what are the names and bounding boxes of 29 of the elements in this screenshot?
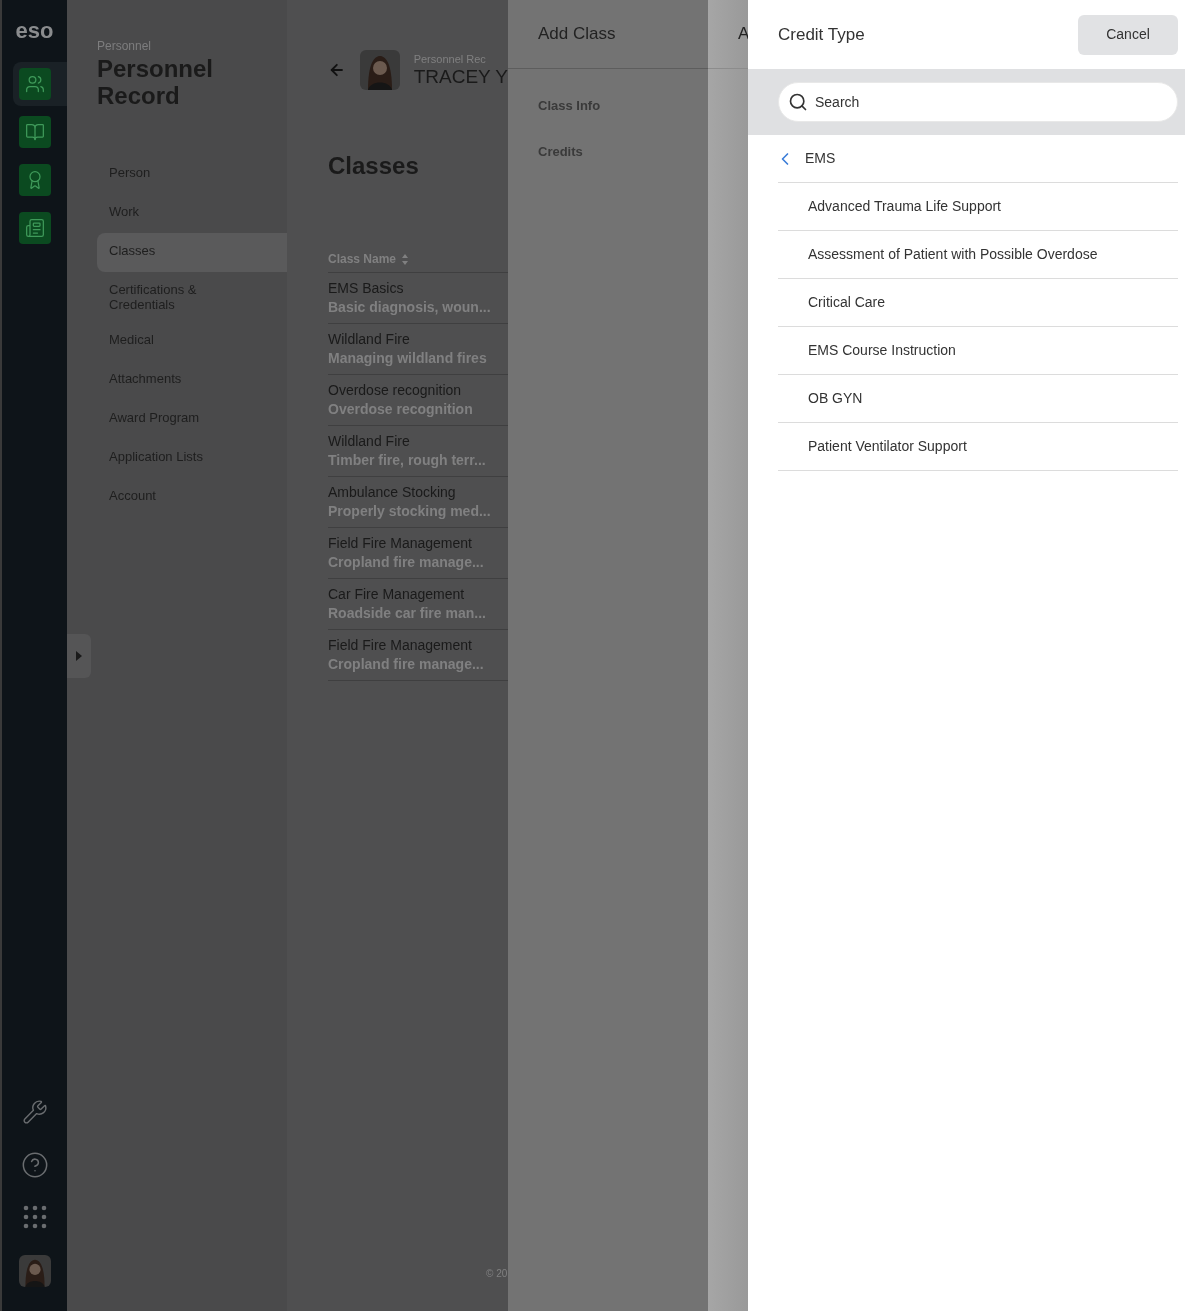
book-icon — [25, 122, 45, 142]
parent-category-row[interactable]: EMS — [778, 135, 1178, 183]
panel-section-link[interactable]: Class Info — [538, 97, 708, 115]
credit-type-item[interactable]: Assessment of Patient with Possible Overdose — [778, 231, 1178, 279]
help-icon[interactable] — [20, 1151, 49, 1179]
people-icon — [25, 74, 45, 94]
expand-tab[interactable] — [67, 634, 91, 678]
panel-title: Credit Type — [778, 23, 865, 46]
credit-type-item[interactable]: EMS Course Instruction — [778, 327, 1178, 375]
panel-title: Add Class — [538, 23, 616, 46]
newspaper-icon — [25, 218, 45, 238]
logo[interactable]: eso — [15, 20, 54, 42]
search-icon — [788, 92, 808, 112]
credit-type-item[interactable]: OB GYN — [778, 375, 1178, 423]
cancel-button[interactable]: Cancel — [1078, 14, 1178, 55]
credit-type-item[interactable]: Critical Care — [778, 279, 1178, 327]
caret-icon — [76, 651, 82, 661]
credit-type-item[interactable]: Patient Ventilator Support — [778, 423, 1178, 471]
user-avatar — [18, 1255, 51, 1287]
search-field[interactable]: Search — [778, 82, 1178, 122]
app-grid-icon[interactable] — [22, 1205, 47, 1229]
wrench-icon[interactable] — [21, 1099, 48, 1125]
profile-avatar — [359, 50, 400, 90]
panel-section-link[interactable]: Credits — [538, 143, 708, 161]
sort-icon[interactable] — [402, 253, 409, 265]
nav-item[interactable]: Classes — [97, 233, 287, 272]
app-tile[interactable] — [13, 62, 67, 106]
credit-type-item[interactable]: Advanced Trauma Life Support — [778, 183, 1178, 231]
panel-title: A — [738, 23, 750, 46]
